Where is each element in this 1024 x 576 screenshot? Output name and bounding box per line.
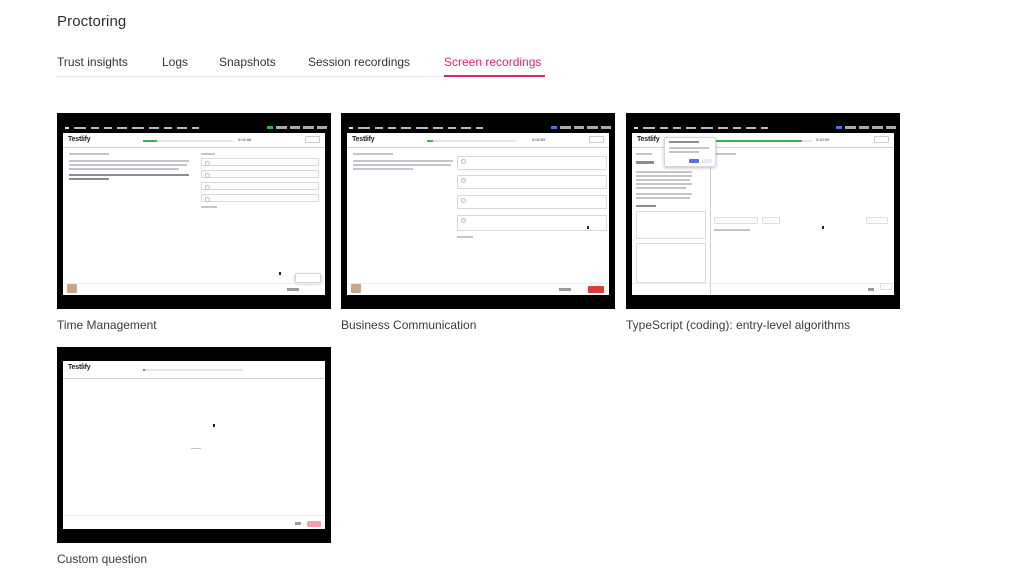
active-tab-underline xyxy=(444,75,545,77)
page-title: Proctoring xyxy=(57,13,127,30)
webcam-avatar xyxy=(351,284,361,293)
cursor-icon xyxy=(213,424,215,427)
app-logo: Testlify xyxy=(352,136,375,143)
popup-dialog xyxy=(664,137,716,167)
cursor-icon xyxy=(587,226,589,229)
next-button xyxy=(307,521,321,527)
tab-snapshots[interactable]: Snapshots xyxy=(219,55,276,69)
recording-caption: Time Management xyxy=(57,318,157,332)
recorded-screen: Testlify 0:04:56 xyxy=(63,133,325,295)
recorded-screen: Testlify 0:04:59 xyxy=(347,133,609,295)
tab-trust-insights[interactable]: Trust insights xyxy=(57,55,128,69)
tab-session-recordings[interactable]: Session recordings xyxy=(308,55,410,69)
next-button xyxy=(588,286,604,293)
app-logo: Testlify xyxy=(68,136,91,143)
recorded-screen: Testlify 0:10:00 xyxy=(632,133,894,295)
cursor-icon xyxy=(822,226,824,229)
tab-logs[interactable]: Logs xyxy=(162,55,188,69)
recording-thumbnail[interactable]: Testlify 0:10:00 xyxy=(626,113,900,309)
tab-screen-recordings[interactable]: Screen recordings xyxy=(444,55,541,69)
recording-caption: Custom question xyxy=(57,552,148,566)
cursor-icon xyxy=(279,272,281,275)
recording-card-typescript: Testlify 0:10:00 TypeScript (coding): en… xyxy=(626,113,900,332)
recording-caption: TypeScript (coding): entry-level algorit… xyxy=(626,318,851,332)
submit-button xyxy=(589,136,604,143)
test-timer: 0:10:00 xyxy=(816,137,830,142)
test-timer: 0:04:59 xyxy=(532,137,546,142)
recording-thumbnail[interactable]: Testlify xyxy=(57,347,331,543)
submit-button xyxy=(305,136,320,143)
webcam-avatar xyxy=(67,284,77,293)
recording-thumbnail[interactable]: Testlify 0:04:59 xyxy=(341,113,615,309)
recording-card-business-communication: Testlify 0:04:59 Business Communication xyxy=(341,113,615,332)
recording-card-custom-question: Testlify Custom question xyxy=(57,347,331,566)
submit-button xyxy=(874,136,889,143)
recording-caption: Business Communication xyxy=(341,318,477,332)
test-timer: 0:04:56 xyxy=(238,137,252,142)
tab-bar: Trust insights Logs Snapshots Session re… xyxy=(57,53,545,77)
recorded-screen: Testlify xyxy=(63,361,325,529)
app-logo: Testlify xyxy=(68,364,91,371)
recording-thumbnail[interactable]: Testlify 0:04:56 xyxy=(57,113,331,309)
app-logo: Testlify xyxy=(637,136,660,143)
recording-card-time-management: Testlify 0:04:56 Time Management xyxy=(57,113,331,332)
